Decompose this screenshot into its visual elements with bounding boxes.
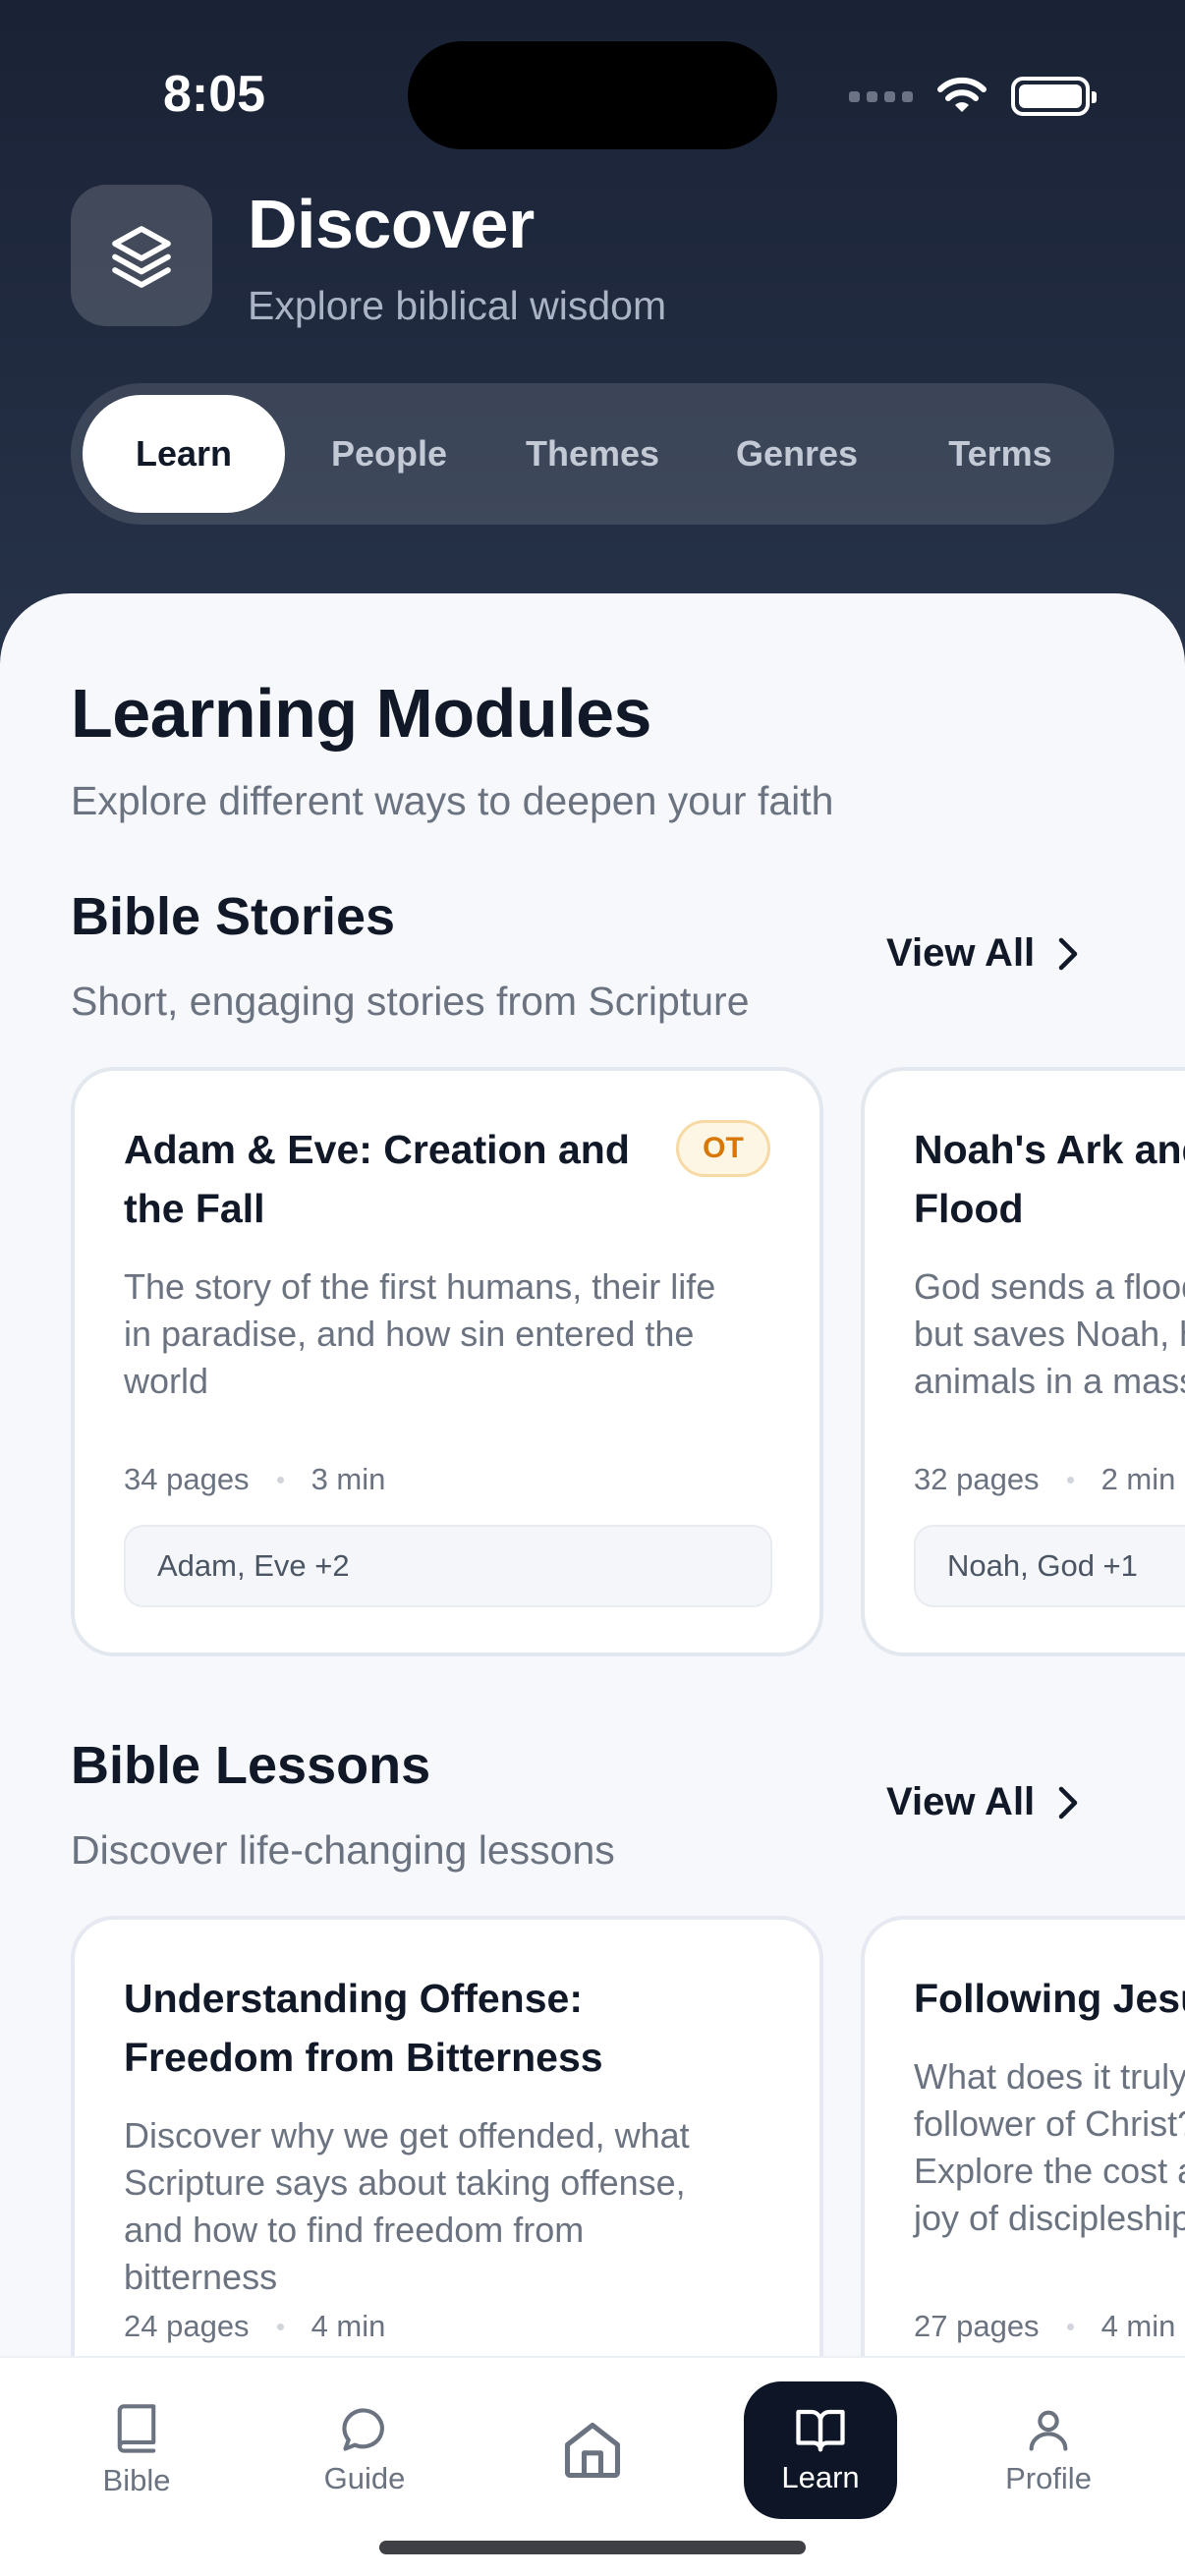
- nav-bible-label: Bible: [102, 2463, 171, 2497]
- nav-profile[interactable]: Profile: [972, 2381, 1125, 2519]
- page-count: 27 pages: [914, 2309, 1040, 2343]
- chat-bubble-icon: [342, 2408, 384, 2451]
- chevron-right-icon: [1058, 1786, 1078, 1819]
- tab-terms[interactable]: Terms: [902, 395, 1099, 513]
- tab-themes[interactable]: Themes: [493, 395, 692, 513]
- status-icons: [849, 71, 1097, 122]
- bible-stories-title: Bible Stories: [71, 887, 396, 946]
- lesson-card-title: Understanding Offense: Freedom from Bitt…: [124, 1976, 603, 2080]
- tab-bar: Learn People Themes Genres Terms: [71, 383, 1114, 525]
- lesson-card-description: Discover why we get offended, what Scrip…: [124, 2115, 690, 2297]
- story-card-description: The story of the first humans, their lif…: [124, 1266, 716, 1401]
- page-title: Discover: [248, 186, 535, 262]
- lesson-card-title: Following Jesus: [914, 1976, 1185, 2021]
- screen: 8:05 Discover Explore biblical wisdom Le…: [0, 0, 1185, 2576]
- section-title: Learning Modules: [71, 675, 651, 752]
- nav-learn-label: Learn: [781, 2460, 860, 2494]
- bible-stories-subtitle: Short, engaging stories from Scripture: [71, 979, 750, 1024]
- page-count: 34 pages: [124, 1462, 250, 1496]
- nav-learn[interactable]: Learn: [744, 2381, 897, 2519]
- battery-icon: [1011, 77, 1097, 116]
- read-time: 4 min: [1100, 2309, 1176, 2343]
- page-count: 32 pages: [914, 1462, 1040, 1496]
- bible-stories-view-all-button[interactable]: View All: [886, 931, 1080, 976]
- layers-icon: [112, 226, 171, 288]
- separator-dot: [276, 1476, 284, 1484]
- characters-chip: Noah, God +1: [914, 1525, 1185, 1607]
- lesson-card-meta: 27 pages 4 min: [914, 2309, 1175, 2344]
- lesson-card[interactable]: Understanding Offense: Freedom from Bitt…: [71, 1916, 823, 2427]
- characters-chip: Adam, Eve +2: [124, 1525, 772, 1607]
- story-card-meta: 34 pages 3 min: [124, 1462, 385, 1497]
- nav-bible[interactable]: Bible: [60, 2381, 213, 2519]
- home-indicator[interactable]: [379, 2541, 806, 2554]
- wifi-icon: [937, 77, 987, 112]
- story-card-title: Adam & Eve: Creation and the Fall: [124, 1127, 630, 1231]
- nav-guide[interactable]: Guide: [288, 2381, 441, 2519]
- read-time: 4 min: [310, 2309, 386, 2343]
- story-card[interactable]: Adam & Eve: Creation and the Fall OT The…: [71, 1067, 823, 1656]
- lesson-card-description: What does it truly mean to be a follower…: [914, 2056, 1185, 2238]
- signal-icon: [849, 90, 913, 102]
- person-icon: [1029, 2410, 1068, 2451]
- story-card-meta: 32 pages 2 min: [914, 1462, 1175, 1497]
- nav-guide-label: Guide: [323, 2461, 406, 2495]
- section-subtitle: Explore different ways to deepen your fa…: [71, 778, 834, 823]
- dynamic-island: [408, 41, 777, 149]
- tab-learn[interactable]: Learn: [83, 395, 285, 513]
- story-card-description: God sends a flood to cleanse the earth b…: [914, 1266, 1185, 1401]
- story-card-title: Noah's Ark and the Flood: [914, 1127, 1185, 1231]
- open-book-icon: [796, 2409, 845, 2452]
- testament-badge: OT: [676, 1120, 770, 1177]
- lesson-card[interactable]: Following Jesus What does it truly mean …: [861, 1916, 1185, 2427]
- nav-home[interactable]: [516, 2381, 669, 2519]
- chevron-right-icon: [1058, 937, 1078, 970]
- lesson-card-meta: 24 pages 4 min: [124, 2309, 385, 2344]
- header: 8:05 Discover Explore biblical wisdom Le…: [0, 0, 1185, 688]
- view-all-label: View All: [886, 1780, 1036, 1823]
- bible-lessons-title: Bible Lessons: [71, 1736, 431, 1795]
- nav-profile-label: Profile: [1005, 2461, 1092, 2495]
- read-time: 2 min: [1100, 1462, 1176, 1496]
- app-logo: [71, 185, 212, 326]
- book-icon: [117, 2404, 156, 2453]
- bible-lessons-subtitle: Discover life-changing lessons: [71, 1827, 615, 1873]
- story-card[interactable]: Noah's Ark and the Flood God sends a flo…: [861, 1067, 1185, 1656]
- page-subtitle: Explore biblical wisdom: [248, 283, 667, 328]
- view-all-label: View All: [886, 931, 1036, 975]
- separator-dot: [1066, 2323, 1074, 2330]
- tab-people[interactable]: People: [285, 395, 493, 513]
- page-count: 24 pages: [124, 2309, 250, 2343]
- separator-dot: [276, 2323, 284, 2330]
- home-icon: [564, 2422, 621, 2479]
- tab-genres[interactable]: Genres: [692, 395, 902, 513]
- read-time: 3 min: [310, 1462, 386, 1496]
- bible-lessons-view-all-button[interactable]: View All: [886, 1780, 1080, 1824]
- status-time: 8:05: [163, 66, 266, 123]
- separator-dot: [1066, 1476, 1074, 1484]
